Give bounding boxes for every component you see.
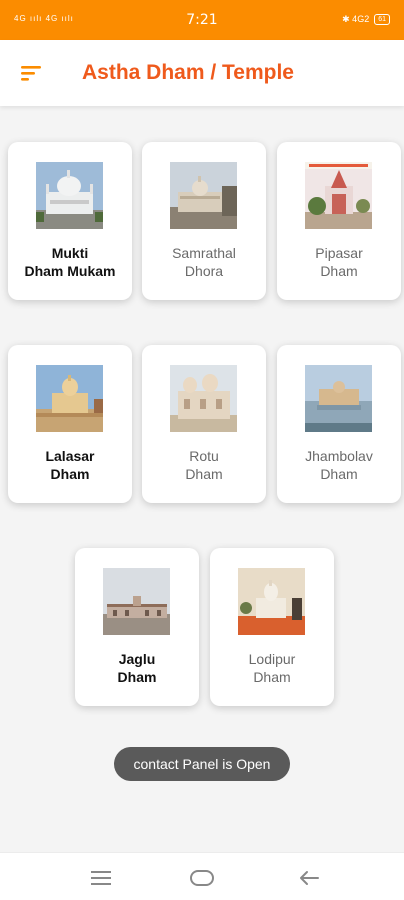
toast-message: contact Panel is Open [114,747,290,781]
temple-card-pipasar-dham[interactable]: Pipasar Dham [277,142,401,300]
status-bar: 4G ıılı 4G ıılı 7:21 ✱ 4G2 61 [0,0,404,40]
system-nav-bar [0,852,404,900]
temple-card-label: Lodipur Dham [248,651,296,685]
temple-card-label: Lalasar Dham [45,448,95,482]
sort-menu-icon[interactable] [20,63,44,83]
temple-card-samrathal-dhora[interactable]: Samrathal Dhora [142,142,266,300]
temple-card-jhambolav-dham[interactable]: Jhambolav Dham [277,345,401,503]
temple-image [36,365,103,432]
temple-card-label: Jaglu Dham [117,651,157,685]
status-right: ✱ 4G2 61 [342,14,390,25]
temple-card-lodipur-dham[interactable]: Lodipur Dham [210,548,334,706]
temple-image [170,365,237,432]
temple-card-label: Jhambolav Dham [305,448,373,482]
temple-card-lalasar-dham[interactable]: Lalasar Dham [8,345,132,503]
temple-image [170,162,237,229]
temple-card-mukti-dham[interactable]: Mukti Dham Mukam [8,142,132,300]
temple-card-jaglu-dham[interactable]: Jaglu Dham [75,548,199,706]
temple-card-rotu-dham[interactable]: Rotu Dham [142,345,266,503]
recent-apps-icon[interactable] [88,865,114,891]
temple-image [36,162,103,229]
battery-icon: 61 [374,14,390,25]
home-icon[interactable] [189,865,215,891]
temple-card-label: Samrathal Dhora [172,245,236,279]
app-bar: Astha Dham / Temple [0,40,404,106]
temple-image [305,162,372,229]
temple-card-label: Pipasar Dham [315,245,363,279]
temple-image [238,568,305,635]
temple-card-label: Mukti Dham Mukam [24,245,116,279]
temple-image [305,365,372,432]
back-icon[interactable] [296,865,322,891]
page-title: Astha Dham / Temple [82,61,294,84]
temple-card-label: Rotu Dham [185,448,223,482]
bluetooth-network-indicator: ✱ 4G2 [342,14,370,24]
temple-image [103,568,170,635]
